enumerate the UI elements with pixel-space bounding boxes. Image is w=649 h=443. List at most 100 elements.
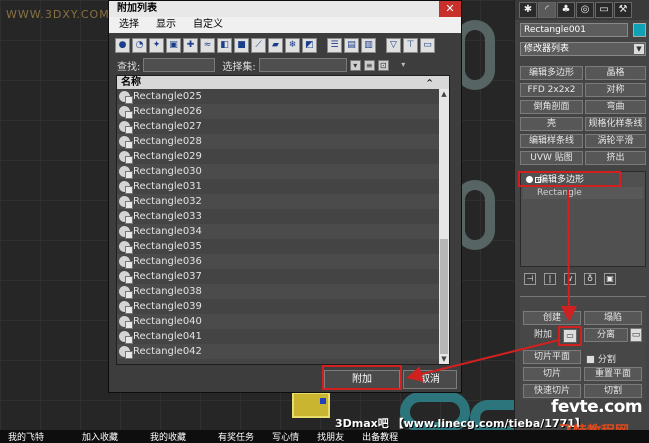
taskbar-item[interactable]: 有奖任务 [218, 430, 254, 443]
display-influences-icon[interactable]: ⊤ [403, 37, 418, 53]
close-button[interactable]: ✕ [439, 1, 461, 17]
object-list[interactable]: 名称 ^ Rectangle025 Rectangle026 Rectangle… [116, 75, 450, 365]
display-children-icon[interactable]: ▽ [386, 37, 401, 53]
mod-normalize-spline-button[interactable]: 规格化样条线 [585, 117, 646, 131]
filter-containers-icon[interactable]: ▰ [268, 37, 283, 53]
selection-set-dropdown[interactable] [258, 58, 347, 72]
list-item[interactable]: Rectangle034 [117, 224, 449, 239]
select-none-icon[interactable]: ▤ [344, 37, 359, 53]
filter-shapes-icon[interactable]: ◔ [132, 37, 147, 53]
mod-extrude-button[interactable]: 挤出 [585, 151, 646, 165]
find-input[interactable] [143, 58, 216, 72]
list-item[interactable]: Rectangle031 [117, 179, 449, 194]
list-item[interactable]: Rectangle042 [117, 344, 449, 359]
checkbox-icon[interactable] [586, 355, 595, 364]
list-item[interactable]: Rectangle032 [117, 194, 449, 209]
collapse-button[interactable]: 塌陷 [584, 311, 642, 325]
more-options-icon[interactable]: ▾ [398, 60, 409, 71]
mod-edit-spline-button[interactable]: 编辑样条线 [520, 134, 583, 148]
selection-set-icon[interactable]: ▾ [349, 59, 361, 71]
menu-display[interactable]: 显示 [156, 17, 176, 33]
menu-select[interactable]: 选择 [119, 17, 139, 33]
make-unique-icon[interactable]: ∨ [564, 273, 576, 285]
list-item[interactable]: Rectangle039 [117, 299, 449, 314]
object-color-swatch[interactable] [633, 23, 646, 37]
list-header-name[interactable]: 名称 ^ [117, 76, 449, 89]
taskbar-item[interactable]: 写心情 [272, 430, 299, 443]
list-item[interactable]: Rectangle041 [117, 329, 449, 344]
mod-lattice-button[interactable]: 晶格 [585, 66, 646, 80]
attach-label[interactable]: 附加 [523, 328, 563, 342]
list-item[interactable]: Rectangle027 [117, 119, 449, 134]
filter-frozen-icon[interactable]: ❄ [285, 37, 300, 53]
show-end-result-icon[interactable]: ❘ [544, 273, 556, 285]
mod-edit-poly-button[interactable]: 编辑多边形 [520, 66, 583, 80]
mod-uvw-map-button[interactable]: UVW 贴图 [520, 151, 583, 165]
list-item[interactable]: Rectangle035 [117, 239, 449, 254]
object-name-field[interactable]: Rectangle001 [520, 23, 628, 37]
configure-modifier-sets-icon[interactable]: ▣ [604, 273, 616, 285]
hierarchy-tab-icon[interactable]: ♣ [557, 2, 575, 18]
list-item[interactable]: Rectangle026 [117, 104, 449, 119]
quickslice-button[interactable]: 快速切片 [523, 384, 581, 398]
mod-bend-button[interactable]: 弯曲 [585, 100, 646, 114]
scroll-thumb[interactable] [440, 239, 448, 354]
filter-lights-icon[interactable]: ✦ [149, 37, 164, 53]
filter-spacewarps-icon[interactable]: ≈ [200, 37, 215, 53]
taskbar-item[interactable]: 找朋友 [317, 430, 344, 443]
motion-tab-icon[interactable]: ◎ [576, 2, 594, 18]
mod-ffd-button[interactable]: FFD 2x2x2 [520, 83, 583, 97]
list-item[interactable]: Rectangle040 [117, 314, 449, 329]
slice-button[interactable]: 切片 [523, 367, 581, 381]
reset-plane-button[interactable]: 重置平面 [584, 367, 642, 381]
list-item[interactable]: Rectangle037 [117, 269, 449, 284]
edit-selection-set-icon[interactable]: ≡ [363, 59, 375, 71]
filter-groups-icon[interactable]: ◧ [217, 37, 232, 53]
select-in-set-icon[interactable]: ⊡ [377, 59, 389, 71]
filter-helpers-icon[interactable]: ✚ [183, 37, 198, 53]
list-scrollbar[interactable]: ▲ ▼ [439, 89, 449, 364]
create-button[interactable]: 创建 [523, 311, 581, 325]
list-item[interactable]: Rectangle028 [117, 134, 449, 149]
filter-bones-icon[interactable]: ⟋ [251, 37, 266, 53]
detach-settings-icon[interactable]: ▭ [630, 328, 642, 342]
list-item[interactable]: Rectangle036 [117, 254, 449, 269]
taskbar-item[interactable]: 加入收藏 [82, 430, 118, 443]
list-item[interactable]: Rectangle038 [117, 284, 449, 299]
mod-symmetry-button[interactable]: 对称 [585, 83, 646, 97]
filter-cameras-icon[interactable]: ▣ [166, 37, 181, 53]
select-all-icon[interactable]: ☰ [327, 37, 342, 53]
list-item[interactable]: Rectangle030 [117, 164, 449, 179]
taskbar-item[interactable]: 出备教程 [362, 430, 398, 443]
modifier-list-dropdown[interactable]: 修改器列表 ▼ [520, 42, 646, 56]
cancel-button[interactable]: 取消 [403, 370, 457, 389]
filter-geometry-icon[interactable]: ● [115, 37, 130, 53]
modify-tab-icon[interactable]: ◜ [538, 2, 556, 18]
filter-hidden-icon[interactable]: ◩ [302, 37, 317, 53]
slice-plane-button[interactable]: 切片平面 [523, 350, 581, 364]
list-item[interactable]: Rectangle025 [117, 89, 449, 104]
detach-button[interactable]: 分离 [584, 328, 628, 342]
mod-bevel-profile-button[interactable]: 倒角剖面 [520, 100, 583, 114]
selected-object-gizmo[interactable] [292, 392, 330, 418]
taskbar-item[interactable]: 我的收藏 [150, 430, 186, 443]
cut-button[interactable]: 切割 [584, 384, 642, 398]
utilities-tab-icon[interactable]: ⚒ [614, 2, 632, 18]
scroll-down-icon[interactable]: ▼ [439, 354, 449, 364]
list-item[interactable]: Rectangle029 [117, 149, 449, 164]
split-checkbox[interactable]: 分割 [586, 352, 616, 365]
menu-customize[interactable]: 自定义 [193, 17, 223, 33]
scroll-up-icon[interactable]: ▲ [439, 89, 449, 99]
mod-turbosmooth-button[interactable]: 涡轮平滑 [585, 134, 646, 148]
mod-shell-button[interactable]: 壳 [520, 117, 583, 131]
select-invert-icon[interactable]: ▥ [361, 37, 376, 53]
stack-item-rectangle[interactable]: Rectangle [523, 187, 643, 199]
filter-xrefs-icon[interactable]: ■ [234, 37, 249, 53]
remove-modifier-icon[interactable]: ♁ [584, 273, 596, 285]
display-dependents-icon[interactable]: ▭ [420, 37, 435, 53]
list-item[interactable]: Rectangle033 [117, 209, 449, 224]
taskbar-item[interactable]: 我的飞特 [8, 430, 44, 443]
pin-stack-icon[interactable]: ⊣ [524, 273, 536, 285]
create-tab-icon[interactable]: ✱ [519, 2, 537, 18]
display-tab-icon[interactable]: ▭ [595, 2, 613, 18]
